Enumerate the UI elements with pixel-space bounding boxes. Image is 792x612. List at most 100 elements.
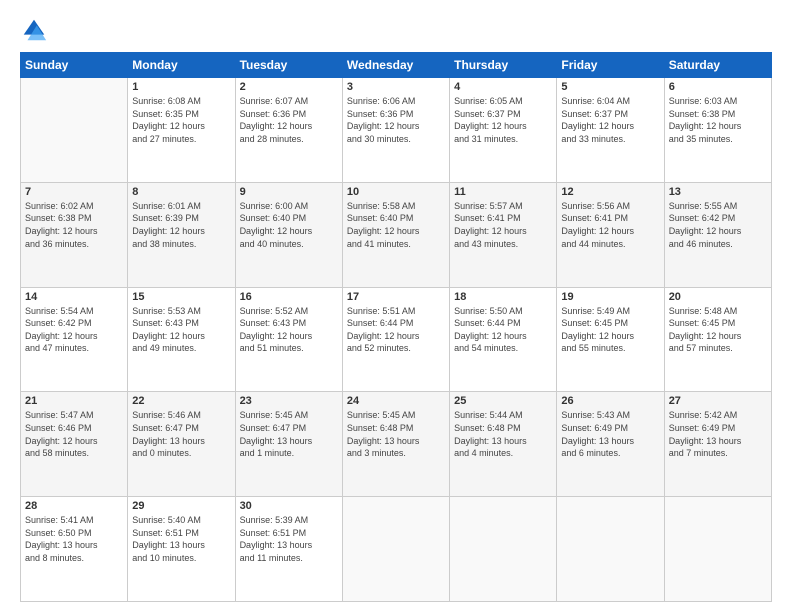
calendar-cell: 27 Sunrise: 5:42 AM Sunset: 6:49 PM Dayli… — [664, 392, 771, 497]
calendar-header-row: SundayMondayTuesdayWednesdayThursdayFrid… — [21, 53, 772, 78]
calendar-cell: 21 Sunrise: 5:47 AM Sunset: 6:46 PM Dayli… — [21, 392, 128, 497]
header — [20, 16, 772, 44]
day-number: 1 — [132, 81, 230, 93]
day-info: Sunrise: 5:56 AM Sunset: 6:41 PM Dayligh… — [561, 200, 659, 250]
calendar-cell: 20 Sunrise: 5:48 AM Sunset: 6:45 PM Dayli… — [664, 287, 771, 392]
day-number: 6 — [669, 81, 767, 93]
calendar-cell — [664, 497, 771, 602]
day-info: Sunrise: 5:51 AM Sunset: 6:44 PM Dayligh… — [347, 305, 445, 355]
calendar-cell: 26Sunrise: 5:43 AM Sunset: 6:49 PM Dayli… — [557, 392, 664, 497]
day-info: Sunrise: 6:03 AM Sunset: 6:38 PM Dayligh… — [669, 95, 767, 145]
logo-icon — [20, 16, 48, 44]
day-number: 17 — [347, 291, 445, 303]
day-info: Sunrise: 5:41 AM Sunset: 6:50 PM Dayligh… — [25, 514, 123, 564]
column-header-thursday: Thursday — [450, 53, 557, 78]
day-info: Sunrise: 5:52 AM Sunset: 6:43 PM Dayligh… — [240, 305, 338, 355]
day-number: 10 — [347, 186, 445, 198]
day-info: Sunrise: 5:40 AM Sunset: 6:51 PM Dayligh… — [132, 514, 230, 564]
day-info: Sunrise: 5:57 AM Sunset: 6:41 PM Dayligh… — [454, 200, 552, 250]
day-number: 19 — [561, 291, 659, 303]
day-info: Sunrise: 6:05 AM Sunset: 6:37 PM Dayligh… — [454, 95, 552, 145]
day-number: 22 — [132, 395, 230, 407]
page: SundayMondayTuesdayWednesdayThursdayFrid… — [0, 0, 792, 612]
calendar-cell: 7 Sunrise: 6:02 AM Sunset: 6:38 PM Daylig… — [21, 182, 128, 287]
day-number: 13 — [669, 186, 767, 198]
day-number: 30 — [240, 500, 338, 512]
day-number: 18 — [454, 291, 552, 303]
day-info: Sunrise: 6:00 AM Sunset: 6:40 PM Dayligh… — [240, 200, 338, 250]
day-info: Sunrise: 5:44 AM Sunset: 6:48 PM Dayligh… — [454, 409, 552, 459]
column-header-sunday: Sunday — [21, 53, 128, 78]
day-number: 27 — [669, 395, 767, 407]
week-row-4: 21 Sunrise: 5:47 AM Sunset: 6:46 PM Dayli… — [21, 392, 772, 497]
day-number: 29 — [132, 500, 230, 512]
day-number: 23 — [240, 395, 338, 407]
week-row-5: 28 Sunrise: 5:41 AM Sunset: 6:50 PM Dayli… — [21, 497, 772, 602]
day-info: Sunrise: 5:53 AM Sunset: 6:43 PM Dayligh… — [132, 305, 230, 355]
calendar-table: SundayMondayTuesdayWednesdayThursdayFrid… — [20, 52, 772, 602]
day-info: Sunrise: 5:55 AM Sunset: 6:42 PM Dayligh… — [669, 200, 767, 250]
calendar-cell: 10Sunrise: 5:58 AM Sunset: 6:40 PM Dayli… — [342, 182, 449, 287]
calendar-cell: 23 Sunrise: 5:45 AM Sunset: 6:47 PM Dayli… — [235, 392, 342, 497]
day-info: Sunrise: 5:46 AM Sunset: 6:47 PM Dayligh… — [132, 409, 230, 459]
column-header-monday: Monday — [128, 53, 235, 78]
calendar-cell: 28 Sunrise: 5:41 AM Sunset: 6:50 PM Dayli… — [21, 497, 128, 602]
calendar-cell: 14 Sunrise: 5:54 AM Sunset: 6:42 PM Dayli… — [21, 287, 128, 392]
day-info: Sunrise: 5:54 AM Sunset: 6:42 PM Dayligh… — [25, 305, 123, 355]
day-number: 15 — [132, 291, 230, 303]
day-number: 16 — [240, 291, 338, 303]
day-info: Sunrise: 6:02 AM Sunset: 6:38 PM Dayligh… — [25, 200, 123, 250]
day-info: Sunrise: 6:06 AM Sunset: 6:36 PM Dayligh… — [347, 95, 445, 145]
calendar-cell: 4 Sunrise: 6:05 AM Sunset: 6:37 PM Daylig… — [450, 78, 557, 183]
day-number: 20 — [669, 291, 767, 303]
calendar-cell: 18 Sunrise: 5:50 AM Sunset: 6:44 PM Dayli… — [450, 287, 557, 392]
day-info: Sunrise: 5:39 AM Sunset: 6:51 PM Dayligh… — [240, 514, 338, 564]
column-header-saturday: Saturday — [664, 53, 771, 78]
day-info: Sunrise: 6:04 AM Sunset: 6:37 PM Dayligh… — [561, 95, 659, 145]
day-number: 11 — [454, 186, 552, 198]
day-number: 14 — [25, 291, 123, 303]
calendar-cell: 6 Sunrise: 6:03 AM Sunset: 6:38 PM Daylig… — [664, 78, 771, 183]
day-number: 24 — [347, 395, 445, 407]
day-number: 4 — [454, 81, 552, 93]
calendar-cell: 29 Sunrise: 5:40 AM Sunset: 6:51 PM Dayli… — [128, 497, 235, 602]
calendar-cell: 12 Sunrise: 5:56 AM Sunset: 6:41 PM Dayli… — [557, 182, 664, 287]
calendar-cell: 11 Sunrise: 5:57 AM Sunset: 6:41 PM Dayli… — [450, 182, 557, 287]
day-number: 5 — [561, 81, 659, 93]
day-number: 21 — [25, 395, 123, 407]
day-info: Sunrise: 5:43 AM Sunset: 6:49 PM Dayligh… — [561, 409, 659, 459]
calendar-cell: 2 Sunrise: 6:07 AM Sunset: 6:36 PM Daylig… — [235, 78, 342, 183]
day-info: Sunrise: 5:50 AM Sunset: 6:44 PM Dayligh… — [454, 305, 552, 355]
week-row-1: 1 Sunrise: 6:08 AM Sunset: 6:35 PM Daylig… — [21, 78, 772, 183]
calendar-cell: 8Sunrise: 6:01 AM Sunset: 6:39 PM Daylig… — [128, 182, 235, 287]
day-info: Sunrise: 6:08 AM Sunset: 6:35 PM Dayligh… — [132, 95, 230, 145]
calendar-cell — [342, 497, 449, 602]
day-number: 3 — [347, 81, 445, 93]
calendar-cell — [450, 497, 557, 602]
calendar-cell: 17 Sunrise: 5:51 AM Sunset: 6:44 PM Dayli… — [342, 287, 449, 392]
calendar-cell: 24Sunrise: 5:45 AM Sunset: 6:48 PM Dayli… — [342, 392, 449, 497]
calendar-cell: 25Sunrise: 5:44 AM Sunset: 6:48 PM Dayli… — [450, 392, 557, 497]
calendar-cell: 13 Sunrise: 5:55 AM Sunset: 6:42 PM Dayli… — [664, 182, 771, 287]
day-number: 7 — [25, 186, 123, 198]
day-number: 2 — [240, 81, 338, 93]
day-info: Sunrise: 6:07 AM Sunset: 6:36 PM Dayligh… — [240, 95, 338, 145]
column-header-wednesday: Wednesday — [342, 53, 449, 78]
calendar-cell — [557, 497, 664, 602]
logo — [20, 16, 52, 44]
calendar-cell — [21, 78, 128, 183]
week-row-2: 7 Sunrise: 6:02 AM Sunset: 6:38 PM Daylig… — [21, 182, 772, 287]
day-info: Sunrise: 5:47 AM Sunset: 6:46 PM Dayligh… — [25, 409, 123, 459]
calendar-cell: 30 Sunrise: 5:39 AM Sunset: 6:51 PM Dayli… — [235, 497, 342, 602]
day-number: 28 — [25, 500, 123, 512]
week-row-3: 14 Sunrise: 5:54 AM Sunset: 6:42 PM Dayli… — [21, 287, 772, 392]
day-info: Sunrise: 5:42 AM Sunset: 6:49 PM Dayligh… — [669, 409, 767, 459]
day-info: Sunrise: 5:48 AM Sunset: 6:45 PM Dayligh… — [669, 305, 767, 355]
day-info: Sunrise: 5:45 AM Sunset: 6:47 PM Dayligh… — [240, 409, 338, 459]
day-number: 9 — [240, 186, 338, 198]
day-number: 8 — [132, 186, 230, 198]
calendar-body: 1 Sunrise: 6:08 AM Sunset: 6:35 PM Daylig… — [21, 78, 772, 602]
column-header-friday: Friday — [557, 53, 664, 78]
day-number: 12 — [561, 186, 659, 198]
calendar-cell: 22 Sunrise: 5:46 AM Sunset: 6:47 PM Dayli… — [128, 392, 235, 497]
